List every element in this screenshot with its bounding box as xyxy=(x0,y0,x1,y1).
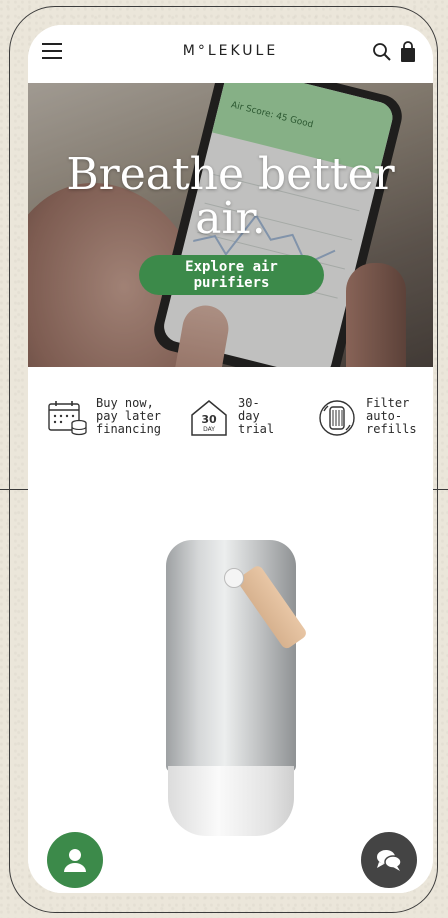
svg-text:30: 30 xyxy=(201,413,217,426)
account-button[interactable] xyxy=(47,832,103,888)
feature-trial-text: 30- day trial xyxy=(238,396,275,436)
search-icon[interactable] xyxy=(372,42,392,62)
top-nav: M°LEKULE xyxy=(28,25,433,83)
app-screen: M°LEKULE Air Score: 45 Good Breathe bett… xyxy=(28,25,433,893)
chat-button[interactable] xyxy=(361,832,417,888)
feature-trial[interactable]: 30 DAY 30- day trial xyxy=(188,397,274,439)
feature-filter-text: Filter auto- refills xyxy=(366,396,417,436)
calendar-coins-icon xyxy=(48,401,87,436)
air-purifier-image[interactable] xyxy=(166,540,309,837)
svg-text:DAY: DAY xyxy=(203,426,215,433)
feature-filter[interactable]: Filter auto- refills xyxy=(316,397,417,439)
house-30-day-icon: 30 DAY xyxy=(191,400,227,436)
product-showcase xyxy=(28,477,433,893)
shopping-bag-icon[interactable] xyxy=(399,41,417,63)
user-icon xyxy=(64,849,86,872)
explore-air-purifiers-button[interactable]: Explore air purifiers xyxy=(139,255,324,295)
features-row: Buy now, pay later financing 30 DAY 30- … xyxy=(28,367,433,477)
hero-title: Breathe better air. xyxy=(66,149,395,244)
filter-cylinder-icon xyxy=(319,400,355,436)
chat-bubbles-icon xyxy=(377,850,402,871)
feature-financing-text: Buy now, pay later financing xyxy=(96,396,162,436)
feature-financing[interactable]: Buy now, pay later financing xyxy=(46,397,161,439)
hero-banner: Air Score: 45 Good Breathe better air. E… xyxy=(28,83,433,367)
